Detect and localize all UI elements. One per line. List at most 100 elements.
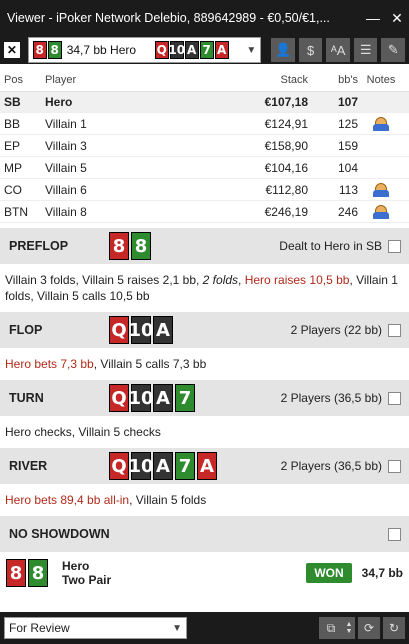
notes-cell[interactable]	[358, 182, 404, 197]
dollar-icon[interactable]: $	[298, 38, 323, 62]
playing-card: 7	[175, 452, 195, 480]
player-bb: 104	[337, 160, 358, 175]
footer-bar: For Review ▼ ⧉ ▲▼ ⟳ ↻	[0, 612, 409, 644]
street-info: 2 Players (22 bb)	[290, 323, 382, 337]
review-select[interactable]: For Review ▼	[4, 617, 187, 639]
table-row[interactable]: SB Hero €107,18 107	[0, 92, 409, 113]
playing-card: 7	[175, 384, 195, 412]
street-actions-flop: Hero bets 7,3 bb, Villain 5 calls 7,3 bb	[0, 348, 409, 380]
player-stack: €107,18	[264, 95, 308, 109]
player-note-icon[interactable]	[373, 182, 389, 197]
close-window-button[interactable]: ✕	[385, 0, 409, 36]
title-bar: Viewer - iPoker Network Delebio, 8896429…	[0, 0, 409, 36]
playing-card: 8	[109, 232, 129, 260]
player-pos: EP	[4, 138, 21, 153]
hole-cards: 88	[32, 41, 63, 59]
players-table-header: Pos Player Stack bb's Notes	[0, 68, 409, 92]
chevron-down-icon: ▼	[172, 622, 182, 634]
board-cards: Q 10 A 7 A	[154, 41, 230, 59]
stepper-icon[interactable]: ▲▼	[343, 617, 355, 639]
player-name: Villain 1	[45, 116, 87, 131]
action-text: ,	[238, 273, 245, 287]
refresh-icon[interactable]: ⟳	[358, 617, 380, 639]
player-pos: CO	[4, 182, 22, 197]
result-hand: Two Pair	[62, 573, 112, 587]
playing-card: Q	[109, 452, 129, 480]
street-checkbox[interactable]	[388, 391, 401, 405]
playing-card: A	[153, 316, 173, 344]
playing-card: A	[184, 41, 199, 59]
street-cards: 88	[109, 232, 153, 260]
street-info: Dealt to Hero in SB	[279, 239, 382, 253]
player-bb: 246	[337, 204, 358, 219]
font-size-icon[interactable]: ᴬA	[326, 38, 350, 62]
notes-cell[interactable]	[358, 116, 404, 131]
reload-icon[interactable]: ↻	[383, 617, 405, 639]
street-name: NO SHOWDOWN	[9, 527, 110, 541]
street-checkbox[interactable]	[388, 527, 401, 541]
player-stack: €124,91	[264, 116, 308, 131]
header-notes: Notes	[366, 73, 396, 86]
player-note-icon[interactable]	[373, 116, 389, 131]
street-actions-turn: Hero checks, Villain 5 checks	[0, 416, 409, 448]
table-row[interactable]: BTN Villain 8 €246,19 246	[0, 201, 409, 223]
street-cards: Q 10 A	[109, 316, 175, 344]
street-header-turn: TURN Q 10 A 7 2 Players (36,5 bb)	[0, 380, 409, 416]
table-row[interactable]: MP Villain 5 €104,16 104	[0, 157, 409, 179]
notes-cell[interactable]	[358, 204, 404, 219]
action-text: Villain 3 folds, Villain 5 raises 2,1 bb…	[5, 273, 203, 287]
won-amount: 34,7 bb	[361, 566, 403, 580]
result-player: Hero	[62, 559, 90, 573]
playing-card: 7	[199, 41, 214, 59]
players-table: SB Hero €107,18 107 BB Villain 1 €124,91…	[0, 92, 409, 223]
action-text: Hero raises 10,5 bb	[244, 273, 350, 287]
player-pos: BTN	[4, 204, 28, 219]
player-stack: €104,16	[264, 160, 308, 175]
copy-icon[interactable]: ⧉	[319, 617, 343, 639]
street-header-showdown: NO SHOWDOWN	[0, 516, 409, 552]
player-bb: 113	[338, 182, 358, 197]
street-checkbox[interactable]	[388, 323, 401, 337]
street-header-flop: FLOP Q 10 A 2 Players (22 bb)	[0, 312, 409, 348]
chevron-down-icon: ▼	[246, 44, 257, 56]
user-icon[interactable]: 👤	[271, 38, 295, 62]
player-stack: €112,80	[265, 182, 309, 197]
close-hand-button[interactable]: ✕	[4, 42, 20, 58]
street-name: RIVER	[9, 459, 48, 473]
street-checkbox[interactable]	[388, 239, 401, 253]
street-checkbox[interactable]	[388, 459, 401, 473]
street-header-preflop: PREFLOP 88 Dealt to Hero in SB	[0, 228, 409, 264]
player-note-icon[interactable]	[373, 204, 389, 219]
playing-card: A	[153, 384, 173, 412]
street-cards: Q 10 A 7 A	[109, 452, 219, 480]
playing-card: A	[153, 452, 173, 480]
street-actions-river: Hero bets 89,4 bb all-in, Villain 5 fold…	[0, 484, 409, 516]
action-text: Hero bets 7,3 bb	[5, 357, 94, 371]
pencil-icon[interactable]: ✎	[381, 38, 405, 62]
playing-card: 8	[131, 232, 151, 260]
table-row[interactable]: CO Villain 6 €112,80 113	[0, 179, 409, 201]
table-row[interactable]: EP Villain 3 €158,90 159	[0, 135, 409, 157]
hand-selector[interactable]: 88 34,7 bb Hero Q 10 A 7 A ▼	[27, 37, 262, 63]
player-stack: €246,19	[264, 204, 308, 219]
action-text: Hero bets 89,4 bb all-in	[5, 493, 130, 507]
action-text: , Villain 5 folds	[129, 493, 207, 507]
playing-card: 8	[47, 41, 62, 59]
player-bb: 159	[337, 138, 358, 153]
minimize-button[interactable]: —	[361, 0, 385, 36]
hand-result: 88 Hero Two Pair WON 34,7 bb	[0, 552, 409, 594]
header-pos: Pos	[4, 73, 23, 86]
street-info: 2 Players (36,5 bb)	[280, 391, 382, 405]
header-bb: bb's	[338, 73, 358, 86]
playing-card: 8	[32, 41, 47, 59]
table-row[interactable]: BB Villain 1 €124,91 125	[0, 113, 409, 135]
action-text: , Villain 5 calls 7,3 bb	[93, 357, 207, 371]
list-icon[interactable]: ☰	[353, 38, 378, 62]
player-stack: €158,90	[264, 138, 308, 153]
street-name: TURN	[9, 391, 44, 405]
hand-description: 34,7 bb Hero	[66, 43, 137, 57]
street-header-river: RIVER Q 10 A 7 A 2 Players (36,5 bb)	[0, 448, 409, 484]
playing-card: 10	[128, 384, 154, 412]
window-title: Viewer - iPoker Network Delebio, 8896429…	[7, 11, 330, 25]
action-text: 2 folds	[202, 273, 239, 287]
